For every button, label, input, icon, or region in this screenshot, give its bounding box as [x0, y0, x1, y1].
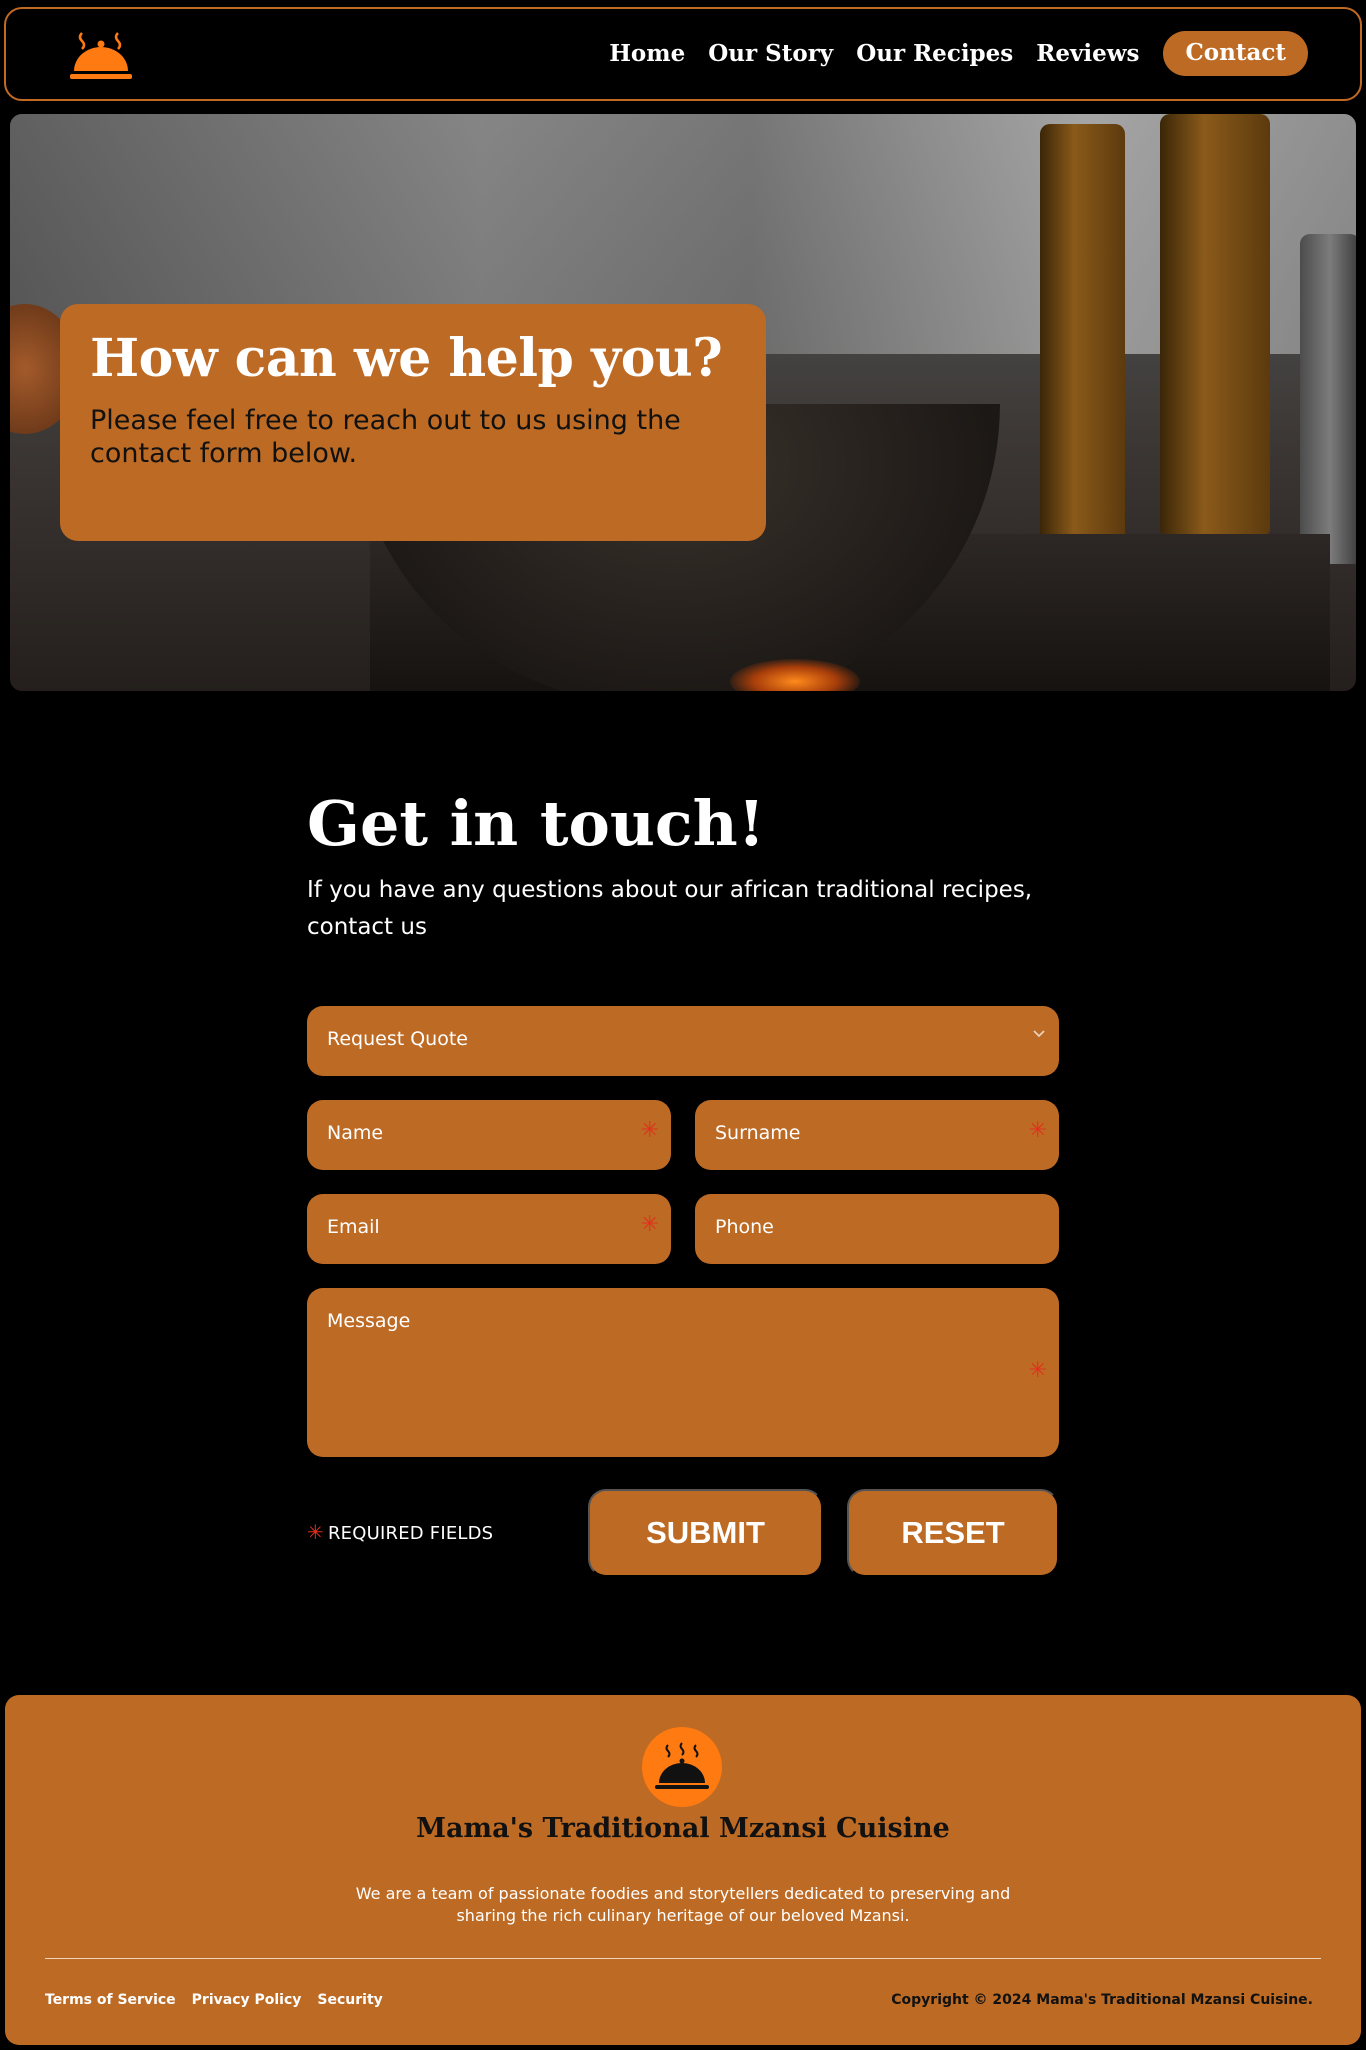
required-fields-note: ✳ REQUIRED FIELDS	[307, 1520, 493, 1544]
footer-links: Terms of Service Privacy Policy Security	[45, 1992, 383, 2008]
privacy-policy-link[interactable]: Privacy Policy	[192, 1992, 302, 2008]
hero-subtitle: Please feel free to reach out to us usin…	[90, 405, 681, 470]
email-placeholder: Email	[327, 1216, 380, 1238]
nav-menu: Home Our Story Our Recipes Reviews Conta…	[609, 31, 1308, 76]
nav-our-story[interactable]: Our Story	[708, 40, 833, 67]
surname-field[interactable]: Surname ✳	[695, 1100, 1059, 1170]
submit-button[interactable]: SUBMIT	[588, 1489, 823, 1577]
hero-bottle	[1300, 234, 1356, 564]
contact-section: Get in touch! If you have any questions …	[307, 787, 1059, 946]
contact-title: Get in touch!	[307, 787, 765, 860]
required-star-icon: ✳	[1028, 1118, 1047, 1143]
required-star-icon: ✳	[307, 1520, 324, 1544]
hero-card: How can we help you? Please feel free to…	[60, 304, 766, 541]
cloche-icon	[655, 1742, 709, 1789]
nav-contact-button[interactable]: Contact	[1163, 31, 1308, 76]
surname-placeholder: Surname	[715, 1122, 801, 1144]
email-field[interactable]: Email ✳	[307, 1194, 671, 1264]
request-type-select[interactable]: Request Quote	[307, 1006, 1059, 1076]
nav-home[interactable]: Home	[609, 40, 685, 67]
footer: Mama's Traditional Mzansi Cuisine We are…	[5, 1695, 1361, 2045]
cloche-icon[interactable]	[68, 27, 134, 85]
security-link[interactable]: Security	[317, 1992, 382, 2008]
phone-placeholder: Phone	[715, 1216, 774, 1238]
required-star-icon: ✳	[1028, 1358, 1047, 1383]
message-placeholder: Message	[327, 1310, 411, 1332]
copyright: Copyright © 2024 Mama's Traditional Mzan…	[891, 1992, 1313, 2008]
nav-our-recipes[interactable]: Our Recipes	[856, 40, 1013, 67]
required-fields-label: REQUIRED FIELDS	[327, 1523, 494, 1544]
contact-subtitle: If you have any questions about our afri…	[307, 877, 1033, 940]
message-textarea[interactable]: Message ✳	[307, 1288, 1059, 1457]
request-type-value: Request Quote	[327, 1028, 468, 1050]
top-navbar: Home Our Story Our Recipes Reviews Conta…	[4, 7, 1362, 101]
phone-field[interactable]: Phone	[695, 1194, 1059, 1264]
footer-logo	[642, 1727, 722, 1807]
footer-brand: Mama's Traditional Mzansi Cuisine	[416, 1813, 950, 1844]
name-placeholder: Name	[327, 1122, 384, 1144]
nav-reviews[interactable]: Reviews	[1036, 40, 1139, 67]
reset-button[interactable]: RESET	[847, 1489, 1059, 1577]
terms-of-service-link[interactable]: Terms of Service	[45, 1992, 176, 2008]
hero-bottle	[1040, 124, 1125, 554]
footer-divider	[45, 1958, 1321, 1959]
required-star-icon: ✳	[640, 1118, 659, 1143]
chevron-down-icon	[1033, 1030, 1045, 1038]
hero-title: How can we help you?	[90, 328, 723, 389]
hero-bottle	[1160, 114, 1270, 534]
name-field[interactable]: Name ✳	[307, 1100, 671, 1170]
footer-description: We are a team of passionate foodies and …	[355, 1884, 1011, 1926]
required-star-icon: ✳	[640, 1212, 659, 1237]
